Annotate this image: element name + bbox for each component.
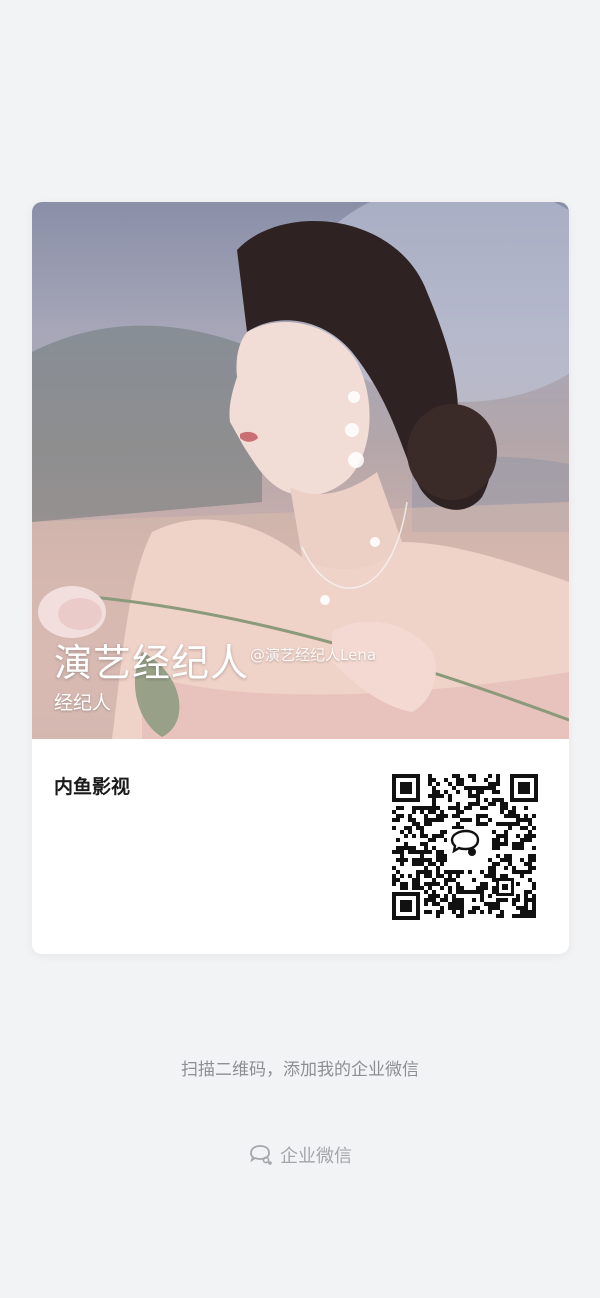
qr-code[interactable]: [392, 774, 538, 920]
profile-photo: 演艺经纪人 @演艺经纪人Lena 经纪人: [32, 202, 569, 739]
business-card: 演艺经纪人 @演艺经纪人Lena 经纪人 内鱼影视: [32, 202, 569, 954]
footer-brand: 企业微信: [0, 1142, 600, 1168]
contact-role: 经纪人: [54, 692, 112, 714]
wecom-logo-icon: [447, 829, 483, 865]
scan-hint: 扫描二维码，添加我的企业微信: [181, 1060, 419, 1080]
contact-name: 演艺经纪人: [54, 641, 250, 685]
company-name: 内鱼影视: [54, 776, 131, 798]
photo-watermark: @演艺经纪人Lena: [250, 646, 377, 664]
footer-label: 企业微信: [280, 1146, 352, 1167]
wecom-logo-icon: [250, 1145, 272, 1165]
